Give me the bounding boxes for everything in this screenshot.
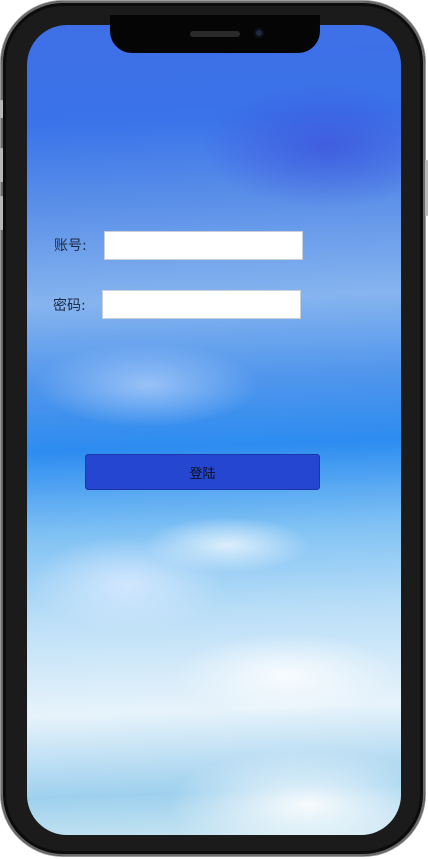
login-button[interactable]: 登陆	[85, 454, 320, 490]
speaker-grille	[190, 31, 240, 37]
front-camera-icon	[254, 28, 264, 38]
phone-side-button	[0, 100, 3, 118]
phone-side-button	[0, 196, 3, 230]
account-input[interactable]	[104, 231, 303, 260]
phone-side-button	[0, 148, 3, 182]
app-screen: 账号: 密码: 登陆	[27, 25, 401, 835]
password-input[interactable]	[102, 290, 301, 319]
account-label: 账号:	[54, 238, 87, 254]
password-label: 密码:	[53, 298, 86, 314]
